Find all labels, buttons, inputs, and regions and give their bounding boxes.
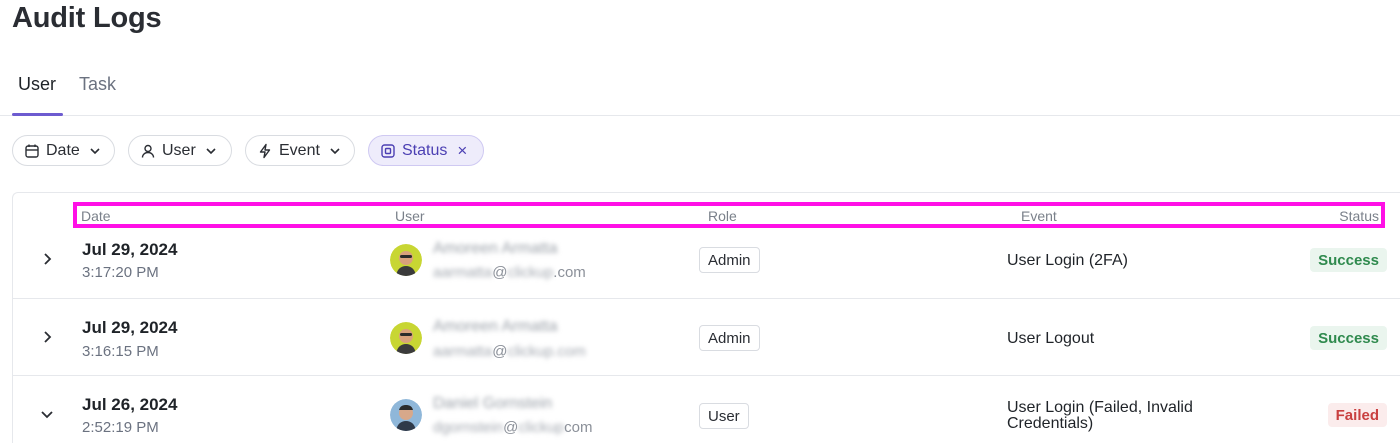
user-email: aarmatta@clickup.com xyxy=(433,343,586,360)
date-filter-label: Date xyxy=(46,141,80,159)
status-filter-chip[interactable]: Status × xyxy=(368,135,484,166)
event-filter-label: Event xyxy=(279,141,320,159)
filter-bar: Date User Event Status × xyxy=(12,135,612,167)
lightning-icon xyxy=(257,143,273,159)
active-tab-indicator xyxy=(12,113,63,116)
row-date: Jul 29, 2024 xyxy=(82,318,178,337)
event-text: User Logout xyxy=(1007,330,1095,347)
chevron-down-icon xyxy=(88,144,102,158)
avatar xyxy=(390,244,422,276)
user-name: Amoreen Armatta xyxy=(433,240,558,257)
event-text: User Login (2FA) xyxy=(1007,252,1128,269)
role-badge: Admin xyxy=(699,325,760,351)
table-row[interactable]: Jul 29, 2024 3:17:20 PM Amoreen Armatta … xyxy=(13,234,1400,298)
table-row[interactable]: Jul 26, 2024 2:52:19 PM Daniel Gornstein… xyxy=(13,375,1400,443)
column-header-status[interactable]: Status xyxy=(1339,208,1379,224)
row-time: 2:52:19 PM xyxy=(82,419,159,436)
column-header-event[interactable]: Event xyxy=(1021,208,1057,224)
person-icon xyxy=(140,143,156,159)
status-square-icon xyxy=(380,143,396,159)
user-email: dgornstein@clickupcom xyxy=(433,419,593,436)
chevron-down-icon xyxy=(328,144,342,158)
page-title: Audit Logs xyxy=(12,2,162,34)
tab-task[interactable]: Task xyxy=(79,74,116,116)
row-date: Jul 29, 2024 xyxy=(82,240,178,259)
audit-log-table: Date User Role Event Status Jul 29, 2024… xyxy=(12,192,1400,443)
chevron-down-icon xyxy=(204,144,218,158)
status-filter-label: Status xyxy=(402,141,448,159)
role-badge: User xyxy=(699,403,749,429)
calendar-icon xyxy=(24,143,40,159)
tab-bar: User Task xyxy=(0,64,1400,116)
avatar xyxy=(390,399,422,431)
event-filter-chip[interactable]: Event xyxy=(245,135,355,166)
role-badge: Admin xyxy=(699,247,760,273)
tab-user[interactable]: User xyxy=(18,74,56,116)
row-date: Jul 26, 2024 xyxy=(82,395,178,414)
event-text: User Login (Failed, Invalid Credentials) xyxy=(1007,399,1193,432)
user-filter-label: User xyxy=(162,141,196,159)
row-time: 3:17:20 PM xyxy=(82,264,159,281)
row-time: 3:16:15 PM xyxy=(82,343,159,360)
column-header-role[interactable]: Role xyxy=(708,208,737,224)
status-badge: Success xyxy=(1310,248,1387,272)
remove-filter-icon[interactable]: × xyxy=(457,141,467,161)
column-header-date[interactable]: Date xyxy=(81,208,111,224)
chevron-down-icon[interactable] xyxy=(39,406,55,422)
table-header-row: Date User Role Event Status xyxy=(73,202,1385,228)
status-badge: Failed xyxy=(1327,403,1387,427)
column-header-user[interactable]: User xyxy=(395,208,425,224)
avatar xyxy=(390,322,422,354)
date-filter-chip[interactable]: Date xyxy=(12,135,115,166)
user-name: Amoreen Armatta xyxy=(433,318,558,335)
chevron-right-icon[interactable] xyxy=(39,251,55,267)
user-email: aarmatta@clickup.com xyxy=(433,264,586,281)
chevron-right-icon[interactable] xyxy=(39,329,55,345)
user-filter-chip[interactable]: User xyxy=(128,135,232,166)
table-row[interactable]: Jul 29, 2024 3:16:15 PM Amoreen Armatta … xyxy=(13,298,1400,375)
user-name: Daniel Gornstein xyxy=(433,395,553,412)
status-badge: Success xyxy=(1310,326,1387,350)
